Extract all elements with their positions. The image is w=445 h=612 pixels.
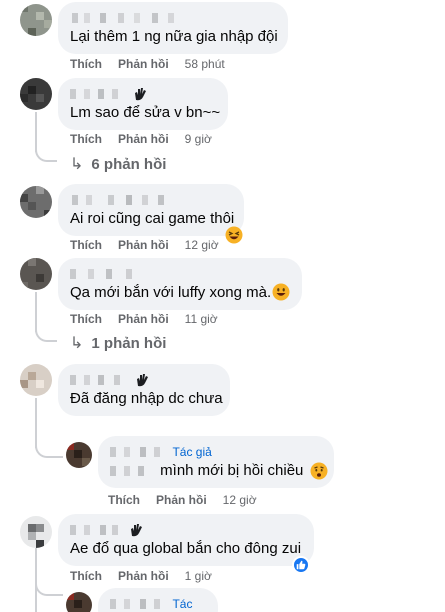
view-replies-button[interactable]: ↳ 6 phản hồi <box>70 154 166 174</box>
comment-actions: Thích Phản hồi 12 giờ <box>70 238 219 252</box>
wave-icon <box>131 523 143 536</box>
comment: Lm sao để sửa v bn~~ Thích Phản hồi 9 giờ … <box>0 74 445 174</box>
reply-bubble: Tác giả <box>98 588 218 612</box>
author-name[interactable] <box>70 85 216 101</box>
comment-actions: Thích Phản hồi 9 giờ <box>70 132 212 146</box>
reply-button[interactable]: Phản hồi <box>118 569 169 583</box>
comment-text: mình mới bị hồi chiều <box>110 461 322 481</box>
comment-text: Lm sao để sửa v bn~~ <box>70 104 221 121</box>
comment-text: Đã đăng nhập dc chưa <box>70 390 223 407</box>
author-name[interactable] <box>70 371 218 387</box>
avatar[interactable] <box>20 186 52 218</box>
thread-line <box>35 398 37 448</box>
like-button[interactable]: Thích <box>70 57 102 71</box>
comment-actions: Thích Phản hồi 11 giờ <box>70 312 218 326</box>
reply-button[interactable]: Phản hồi <box>118 57 169 71</box>
laughing-emoji <box>225 226 243 244</box>
like-button[interactable]: Thích <box>70 569 102 583</box>
reply-button[interactable]: Phản hồi <box>118 238 169 252</box>
avatar[interactable] <box>66 592 92 612</box>
timestamp[interactable]: 12 giờ <box>185 238 219 252</box>
comment-text: Ai roi cũng cai game thôi <box>70 210 235 227</box>
like-reaction[interactable] <box>292 556 310 574</box>
comment: Ai roi cũng cai game thôi Thích Phản hồi 1… <box>0 182 445 254</box>
thread-connector <box>35 326 57 342</box>
comment-actions: Thích Phản hồi 1 giờ <box>70 569 212 583</box>
reply-arrow-icon: ↳ <box>70 156 84 173</box>
grinning-emoji <box>272 283 290 301</box>
reply-button[interactable]: Phản hồi <box>156 493 207 507</box>
timestamp[interactable]: 9 giờ <box>185 132 212 146</box>
thread-connector <box>35 146 57 162</box>
wave-icon <box>135 87 147 100</box>
comment-bubble: Đã đăng nhập dc chưa <box>58 364 230 416</box>
timestamp[interactable]: 11 giờ <box>185 312 218 326</box>
comment-bubble: Ae đổ qua global bắn cho đông zui <box>58 514 314 566</box>
comment-actions: Thích Phản hồi 58 phút <box>70 57 225 71</box>
comment-bubble: Lại thêm 1 ng nữa gia nhập đội <box>58 2 288 54</box>
like-button[interactable]: Thích <box>108 493 140 507</box>
view-replies-button[interactable]: ↳ 1 phản hồi <box>70 333 166 353</box>
comment-text: Qa mới bắn với luffy xong mà. <box>70 284 272 301</box>
author-name[interactable] <box>70 9 276 25</box>
wave-icon <box>137 373 149 386</box>
timestamp[interactable]: 58 phút <box>185 57 225 71</box>
author-name[interactable] <box>70 265 290 281</box>
thread-connector <box>35 582 63 596</box>
comment: Tác giả <box>0 582 445 612</box>
thread-connector <box>35 442 63 458</box>
reply-button[interactable]: Phản hồi <box>118 312 169 326</box>
reply-arrow-icon: ↳ <box>70 335 84 352</box>
author-name[interactable]: Tác giả <box>110 595 206 611</box>
comment: Đã đăng nhập dc chưa Tác giả mình mới bị… <box>0 362 445 512</box>
author-badge: Tác giả <box>172 444 212 459</box>
sad-emoji <box>310 462 328 480</box>
comment-bubble: Qa mới bắn với luffy xong mà. <box>58 258 302 310</box>
avatar[interactable] <box>20 78 52 110</box>
timestamp[interactable]: 1 giờ <box>185 569 212 583</box>
like-button[interactable]: Thích <box>70 238 102 252</box>
avatar[interactable] <box>20 364 52 396</box>
reply-button[interactable]: Phản hồi <box>118 132 169 146</box>
comment-bubble: Ai roi cũng cai game thôi <box>58 184 244 236</box>
comment-text: Ae đổ qua global bắn cho đông zui <box>70 540 302 557</box>
avatar[interactable] <box>20 258 52 290</box>
comment: Lại thêm 1 ng nữa gia nhập đội Thích Phản… <box>0 0 445 72</box>
author-name[interactable]: Tác giả <box>110 443 322 459</box>
comment-text: Lại thêm 1 ng nữa gia nhập đội <box>70 28 278 45</box>
avatar[interactable] <box>66 442 92 468</box>
thumbs-up-icon <box>296 560 306 570</box>
author-name[interactable] <box>70 521 302 537</box>
comment-bubble: Lm sao để sửa v bn~~ <box>58 78 228 130</box>
comment: Ae đổ qua global bắn cho đông zui Thích P… <box>0 514 445 612</box>
like-button[interactable]: Thích <box>70 312 102 326</box>
reply-actions: Thích Phản hồi 12 giờ <box>108 493 257 507</box>
avatar[interactable] <box>20 4 52 36</box>
avatar[interactable] <box>20 516 52 548</box>
reply-bubble: Tác giả mình mới bị hồi chiều <box>98 436 334 488</box>
timestamp[interactable]: 12 giờ <box>223 493 257 507</box>
comment: Qa mới bắn với luffy xong mà. Thích Phản … <box>0 256 445 356</box>
like-button[interactable]: Thích <box>70 132 102 146</box>
author-name[interactable] <box>70 191 232 207</box>
